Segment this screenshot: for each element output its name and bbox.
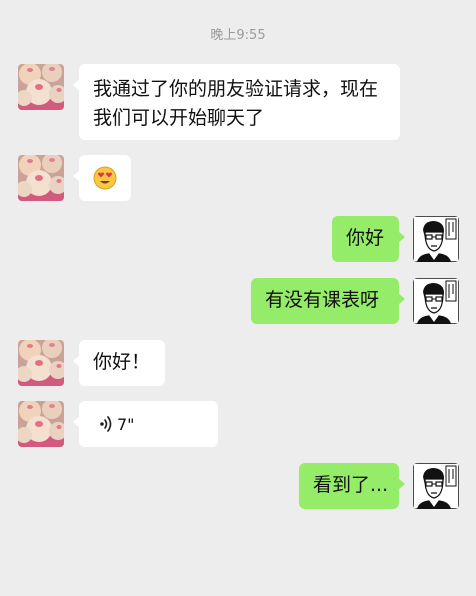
message-bubble-incoming[interactable]: 你好！ [73, 340, 165, 386]
my-avatar[interactable] [413, 463, 459, 509]
manga-character-avatar-icon [413, 216, 459, 262]
message-text: 你好！ [93, 351, 151, 373]
voice-message-bubble[interactable]: 7" [73, 401, 218, 447]
voice-wave-icon [100, 416, 112, 432]
message-text: 你好 [346, 227, 385, 249]
peach-buns-avatar-icon [18, 64, 64, 110]
message-bubble-outgoing[interactable]: 你好 [332, 216, 405, 262]
heart-eyes-emoji-icon [93, 166, 117, 190]
contact-avatar[interactable] [18, 64, 64, 110]
manga-character-avatar-icon [413, 463, 459, 509]
message-bubble-incoming[interactable] [73, 155, 131, 201]
my-avatar[interactable] [413, 216, 459, 262]
message-text-line: 我通过了你的朋友验证请求，现在 [93, 78, 379, 100]
message-bubble-outgoing[interactable]: 有没有课表呀 [251, 278, 405, 324]
message-bubble-incoming[interactable]: 我通过了你的朋友验证请求，现在 我们可以开始聊天了 [73, 64, 400, 140]
contact-avatar[interactable] [18, 340, 64, 386]
voice-duration: 7" [117, 414, 135, 434]
contact-avatar[interactable] [18, 155, 64, 201]
chat-view: 晚上9:55 我通过了你的朋友验证请求，现在 我们可以开始聊天了 你好 有没有课… [0, 0, 476, 596]
message-text-line: 我们可以开始聊天了 [93, 107, 265, 129]
contact-avatar[interactable] [18, 401, 64, 447]
message-bubble-outgoing[interactable]: 看到了... [299, 463, 405, 509]
my-avatar[interactable] [413, 278, 459, 324]
message-timestamp: 晚上9:55 [210, 28, 266, 43]
manga-character-avatar-icon [413, 278, 459, 324]
peach-buns-avatar-icon [18, 401, 64, 447]
peach-buns-avatar-icon [18, 155, 64, 201]
message-text: 看到了... [313, 474, 389, 496]
peach-buns-avatar-icon [18, 340, 64, 386]
message-text: 有没有课表呀 [265, 289, 380, 311]
